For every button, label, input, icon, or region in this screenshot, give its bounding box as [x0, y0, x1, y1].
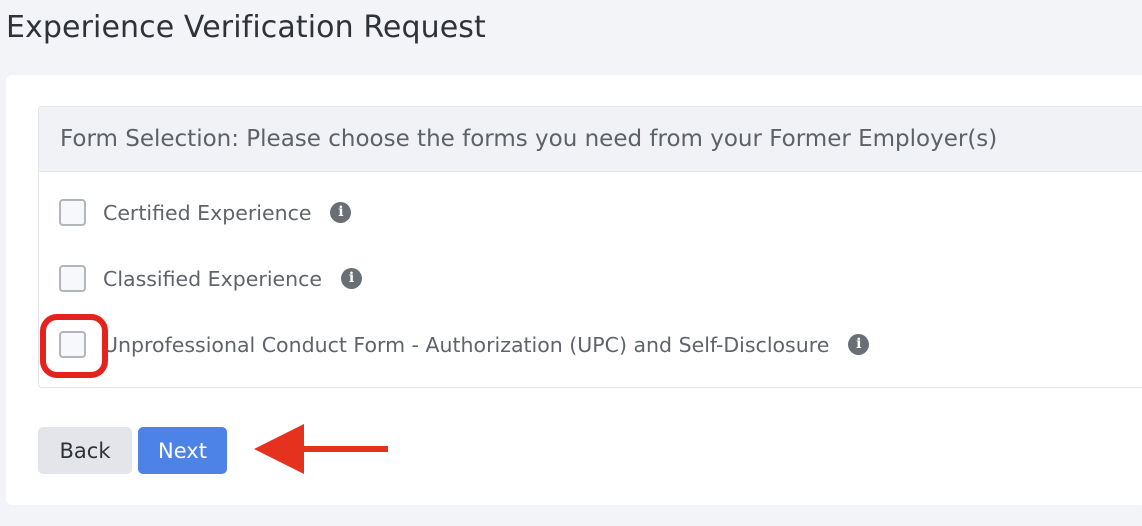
- page-title: Experience Verification Request: [6, 10, 486, 45]
- info-icon[interactable]: i: [330, 202, 352, 223]
- arrow-shaft: [290, 446, 388, 452]
- upc-self-disclosure-label: Unprofessional Conduct Form - Authorizat…: [103, 332, 830, 357]
- arrow-annotation-icon: [254, 424, 388, 474]
- classified-experience-checkbox[interactable]: [59, 265, 86, 292]
- next-button[interactable]: Next: [138, 427, 227, 474]
- info-icon[interactable]: i: [341, 268, 363, 289]
- certified-experience-label: Certified Experience: [103, 200, 312, 225]
- classified-experience-label: Classified Experience: [103, 266, 323, 291]
- arrow-head: [254, 424, 304, 474]
- info-icon[interactable]: i: [848, 334, 870, 355]
- form-selection-panel: Form Selection: Please choose the forms …: [38, 106, 1142, 388]
- option-certified-experience: Certified Experience i: [59, 199, 352, 226]
- upc-self-disclosure-checkbox[interactable]: [59, 331, 86, 358]
- certified-experience-checkbox[interactable]: [59, 199, 86, 226]
- form-selection-header: Form Selection: Please choose the forms …: [39, 107, 1142, 172]
- option-classified-experience: Classified Experience i: [59, 265, 363, 292]
- back-button[interactable]: Back: [38, 427, 132, 474]
- option-upc-self-disclosure: Unprofessional Conduct Form - Authorizat…: [59, 331, 870, 358]
